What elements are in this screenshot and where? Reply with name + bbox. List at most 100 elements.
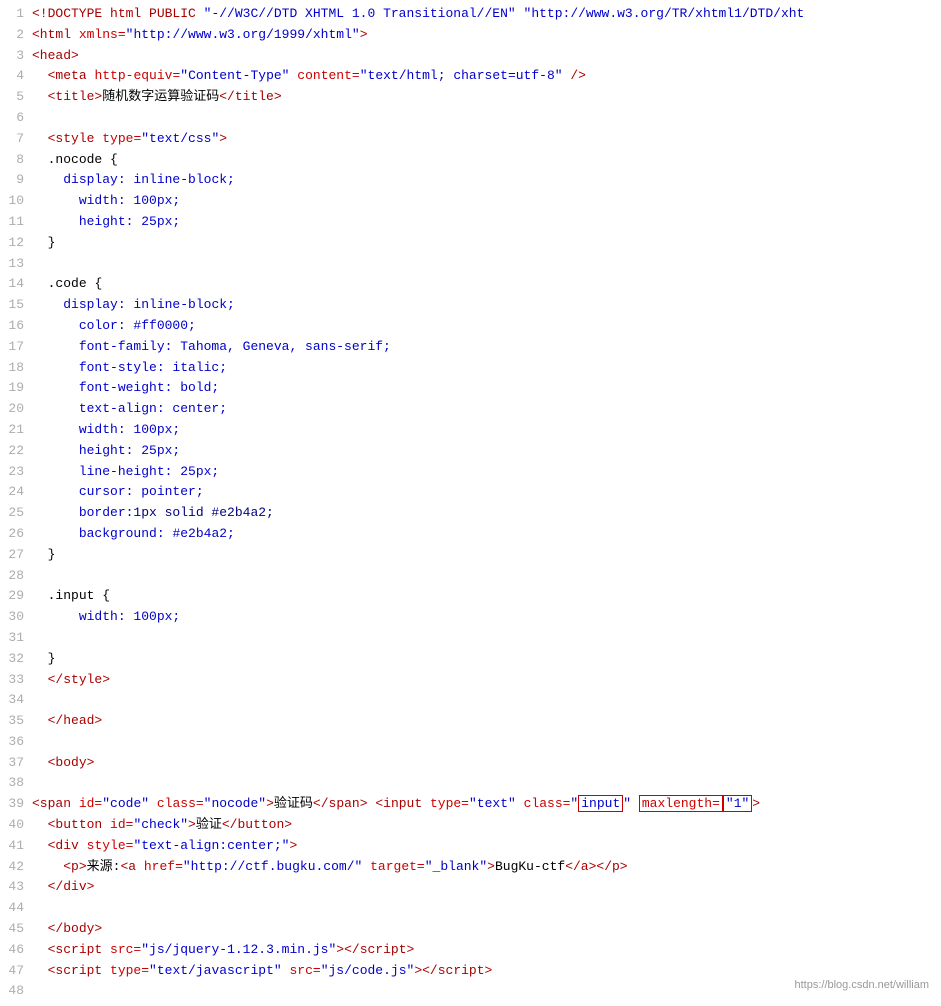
line-content: color: #ff0000; <box>32 316 941 337</box>
code-line: 46 <script src="js/jquery-1.12.3.min.js"… <box>0 940 941 961</box>
line-content: </head> <box>32 711 941 732</box>
line-content: font-weight: bold; <box>32 378 941 399</box>
line-number: 28 <box>0 566 32 587</box>
code-line: 41 <div style="text-align:center;"> <box>0 836 941 857</box>
line-number: 1 <box>0 4 32 25</box>
line-number: 32 <box>0 649 32 670</box>
code-line: 28 <box>0 566 941 587</box>
line-number: 29 <box>0 586 32 607</box>
line-number: 16 <box>0 316 32 337</box>
code-line: 26 background: #e2b4a2; <box>0 524 941 545</box>
line-number: 12 <box>0 233 32 254</box>
line-content: </body> <box>32 919 941 940</box>
line-number: 25 <box>0 503 32 524</box>
line-number: 9 <box>0 170 32 191</box>
line-number: 5 <box>0 87 32 108</box>
code-line: 9 display: inline-block; <box>0 170 941 191</box>
line-number: 15 <box>0 295 32 316</box>
line-content: } <box>32 545 941 566</box>
code-line: 31 <box>0 628 941 649</box>
line-content: <meta http-equiv="Content-Type" content=… <box>32 66 941 87</box>
code-line: 8 .nocode { <box>0 150 941 171</box>
code-line: 43 </div> <box>0 877 941 898</box>
line-number: 38 <box>0 773 32 794</box>
line-number: 37 <box>0 753 32 774</box>
line-content: <p>来源:<a href="http://ctf.bugku.com/" ta… <box>32 857 941 878</box>
code-line: 23 line-height: 25px; <box>0 462 941 483</box>
line-content: <body> <box>32 753 941 774</box>
line-number: 7 <box>0 129 32 150</box>
line-content: <html xmlns="http://www.w3.org/1999/xhtm… <box>32 25 941 46</box>
line-content: <title>随机数字运算验证码</title> <box>32 87 941 108</box>
line-content: <span id="code" class="nocode">验证码</span… <box>32 794 941 815</box>
code-line: 2<html xmlns="http://www.w3.org/1999/xht… <box>0 25 941 46</box>
line-number: 17 <box>0 337 32 358</box>
code-line: 14 .code { <box>0 274 941 295</box>
line-content: .input { <box>32 586 941 607</box>
line-number: 18 <box>0 358 32 379</box>
line-content: height: 25px; <box>32 441 941 462</box>
line-number: 26 <box>0 524 32 545</box>
line-number: 44 <box>0 898 32 919</box>
code-line: 25 border:1px solid #e2b4a2; <box>0 503 941 524</box>
code-line: 17 font-family: Tahoma, Geneva, sans-ser… <box>0 337 941 358</box>
code-line: 35 </head> <box>0 711 941 732</box>
line-content: .code { <box>32 274 941 295</box>
line-number: 39 <box>0 794 32 815</box>
line-number: 33 <box>0 670 32 691</box>
line-number: 30 <box>0 607 32 628</box>
code-line: 27 } <box>0 545 941 566</box>
line-content: font-family: Tahoma, Geneva, sans-serif; <box>32 337 941 358</box>
line-content: line-height: 25px; <box>32 462 941 483</box>
code-line: 22 height: 25px; <box>0 441 941 462</box>
watermark: https://blog.csdn.net/william <box>794 977 929 995</box>
line-content: </style> <box>32 670 941 691</box>
line-number: 41 <box>0 836 32 857</box>
code-line: 4 <meta http-equiv="Content-Type" conten… <box>0 66 941 87</box>
line-content: <script src="js/jquery-1.12.3.min.js"></… <box>32 940 941 961</box>
line-content: display: inline-block; <box>32 170 941 191</box>
line-number: 43 <box>0 877 32 898</box>
code-line: 10 width: 100px; <box>0 191 941 212</box>
code-line: 38 <box>0 773 941 794</box>
line-number: 14 <box>0 274 32 295</box>
code-line: 5 <title>随机数字运算验证码</title> <box>0 87 941 108</box>
code-line: 36 <box>0 732 941 753</box>
code-line: 40 <button id="check">验证</button> <box>0 815 941 836</box>
code-line: 13 <box>0 254 941 275</box>
code-line: 20 text-align: center; <box>0 399 941 420</box>
line-content: font-style: italic; <box>32 358 941 379</box>
line-number: 22 <box>0 441 32 462</box>
line-content: <button id="check">验证</button> <box>32 815 941 836</box>
code-line: 3<head> <box>0 46 941 67</box>
line-content: display: inline-block; <box>32 295 941 316</box>
line-number: 23 <box>0 462 32 483</box>
line-number: 31 <box>0 628 32 649</box>
line-content: cursor: pointer; <box>32 482 941 503</box>
code-line: 29 .input { <box>0 586 941 607</box>
line-content: border:1px solid #e2b4a2; <box>32 503 941 524</box>
line-content: background: #e2b4a2; <box>32 524 941 545</box>
line-number: 42 <box>0 857 32 878</box>
code-line: 7 <style type="text/css"> <box>0 129 941 150</box>
line-number: 6 <box>0 108 32 129</box>
code-line: 19 font-weight: bold; <box>0 378 941 399</box>
line-number: 45 <box>0 919 32 940</box>
code-line: 30 width: 100px; <box>0 607 941 628</box>
line-content: } <box>32 233 941 254</box>
line-number: 20 <box>0 399 32 420</box>
line-number: 4 <box>0 66 32 87</box>
line-number: 48 <box>0 981 32 1002</box>
code-line: 32 } <box>0 649 941 670</box>
line-content: <head> <box>32 46 941 67</box>
line-number: 10 <box>0 191 32 212</box>
code-line: 45 </body> <box>0 919 941 940</box>
code-line: 33 </style> <box>0 670 941 691</box>
code-line: 12 } <box>0 233 941 254</box>
code-line: 6 <box>0 108 941 129</box>
code-line: 18 font-style: italic; <box>0 358 941 379</box>
line-number: 3 <box>0 46 32 67</box>
line-number: 35 <box>0 711 32 732</box>
line-number: 36 <box>0 732 32 753</box>
code-line: 39<span id="code" class="nocode">验证码</sp… <box>0 794 941 815</box>
